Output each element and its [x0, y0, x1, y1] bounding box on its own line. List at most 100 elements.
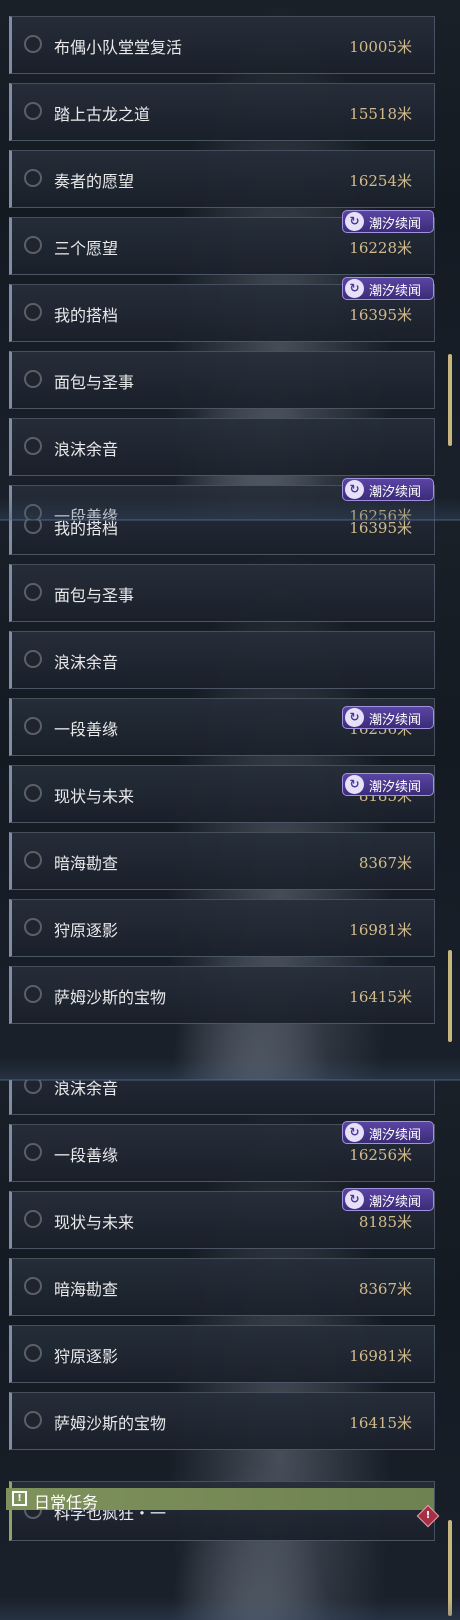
- quest-row[interactable]: 浪沫余音: [9, 418, 435, 476]
- quest-row[interactable]: 奏者的愿望 16254米: [9, 150, 435, 208]
- quest-row[interactable]: 暗海勘查 8367米: [9, 832, 435, 890]
- quest-row[interactable]: 我的搭档 16395米: [9, 520, 435, 555]
- quest-row[interactable]: 面包与圣事: [9, 351, 435, 409]
- quest-title: 萨姆沙斯的宝物: [54, 988, 167, 1007]
- scrollbar-thumb[interactable]: [448, 1520, 452, 1616]
- radio-circle-icon: [24, 1411, 42, 1429]
- tidal-story-tag: ↻ 潮汐续闻: [342, 277, 434, 300]
- tidal-story-tag: ↻ 潮汐续闻: [342, 1121, 434, 1144]
- radio-circle-icon: [24, 35, 42, 53]
- quest-distance: 16981米: [349, 1347, 412, 1365]
- quest-title: 一段善缘: [54, 720, 119, 739]
- quest-distance: 16256米: [349, 1146, 412, 1164]
- quest-title: 踏上古龙之道: [54, 105, 151, 124]
- quest-row[interactable]: 布偶小队堂堂复活 10005米: [9, 16, 435, 74]
- tidal-swirl-icon: ↻: [345, 212, 364, 231]
- quest-title: 浪沫余音: [54, 1080, 119, 1098]
- section-title: 日常任务: [34, 1493, 99, 1512]
- quest-distance: 16228米: [349, 239, 412, 257]
- quest-distance: 16415米: [349, 1414, 412, 1432]
- quest-title: 三个愿望: [54, 239, 119, 258]
- quest-title: 萨姆沙斯的宝物: [54, 1414, 167, 1433]
- tidal-swirl-icon: ↻: [345, 775, 364, 794]
- radio-circle-icon: [24, 236, 42, 254]
- quest-distance: 16395米: [349, 520, 412, 537]
- radio-circle-icon: [24, 520, 42, 534]
- tidal-swirl-icon: ↻: [345, 708, 364, 727]
- quest-distance: 8367米: [358, 854, 412, 872]
- quest-list-panel-3: 浪沫余音 一段善缘 16256米 现状与未来 8185米 暗海勘查 8367米 …: [0, 1080, 460, 1620]
- radio-circle-icon: [24, 1344, 42, 1362]
- scrollbar-thumb[interactable]: [448, 354, 452, 446]
- radio-circle-icon: [24, 717, 42, 735]
- exclamation-icon: !: [12, 1491, 27, 1506]
- quest-row[interactable]: 浪沫余音: [9, 631, 435, 689]
- daily-quests-header[interactable]: ! 日常任务: [6, 1488, 434, 1512]
- radio-circle-icon: [24, 504, 42, 520]
- tidal-swirl-icon: ↻: [345, 1190, 364, 1209]
- panel-divider: [0, 1079, 460, 1081]
- tidal-story-tag: ↻ 潮汐续闻: [342, 1188, 434, 1211]
- radio-circle-icon: [24, 169, 42, 187]
- quest-distance: 16415米: [349, 988, 412, 1006]
- quest-row[interactable]: 踏上古龙之道 15518米: [9, 83, 435, 141]
- quest-row[interactable]: 面包与圣事: [9, 564, 435, 622]
- quest-title: 狩原逐影: [54, 921, 119, 940]
- quest-list-panel-1: 布偶小队堂堂复活 10005米 踏上古龙之道 15518米 奏者的愿望 1625…: [0, 0, 460, 520]
- quest-distance: 10005米: [349, 38, 412, 56]
- quest-title: 我的搭档: [54, 306, 119, 325]
- radio-circle-icon: [24, 583, 42, 601]
- radio-circle-icon: [24, 985, 42, 1003]
- tidal-swirl-icon: ↻: [345, 279, 364, 298]
- quest-distance: 16256米: [349, 507, 412, 520]
- quest-list-panel-2: 我的搭档 16395米 面包与圣事 浪沫余音 一段善缘 16256米 现状与未来…: [0, 520, 460, 1080]
- quest-row[interactable]: 暗海勘查 8367米: [9, 1258, 435, 1316]
- quest-row[interactable]: 狩原逐影 16981米: [9, 899, 435, 957]
- tag-label: 潮汐续闻: [369, 284, 422, 299]
- radio-circle-icon: [24, 1277, 42, 1295]
- quest-row[interactable]: 萨姆沙斯的宝物 16415米: [9, 966, 435, 1024]
- quest-title: 面包与圣事: [54, 586, 135, 605]
- tidal-swirl-icon: ↻: [345, 1123, 364, 1142]
- radio-circle-icon: [24, 102, 42, 120]
- quest-title: 浪沫余音: [54, 653, 119, 672]
- quest-distance: 8367米: [358, 1280, 412, 1298]
- radio-circle-icon: [24, 1210, 42, 1228]
- quest-distance: 16981米: [349, 921, 412, 939]
- tidal-swirl-icon: ↻: [345, 480, 364, 499]
- quest-title: 浪沫余音: [54, 440, 119, 459]
- quest-title: 暗海勘查: [54, 1280, 119, 1299]
- quest-row[interactable]: 浪沫余音: [9, 1080, 435, 1115]
- tidal-story-tag: ↻ 潮汐续闻: [342, 773, 434, 796]
- scrollbar-thumb[interactable]: [448, 950, 452, 1042]
- quest-title: 一段善缘: [54, 507, 119, 520]
- quest-row[interactable]: 萨姆沙斯的宝物 16415米: [9, 1392, 435, 1450]
- quest-distance: 16254米: [349, 172, 412, 190]
- radio-circle-icon: [24, 650, 42, 668]
- radio-circle-icon: [24, 437, 42, 455]
- quest-distance: 8185米: [358, 1213, 412, 1231]
- tidal-story-tag: ↻ 潮汐续闻: [342, 478, 434, 501]
- tidal-story-tag: ↻ 潮汐续闻: [342, 210, 434, 233]
- radio-circle-icon: [24, 851, 42, 869]
- tag-label: 潮汐续闻: [369, 1195, 422, 1210]
- quest-distance: 15518米: [349, 105, 412, 123]
- radio-circle-icon: [24, 784, 42, 802]
- radio-circle-icon: [24, 918, 42, 936]
- quest-distance: 16395米: [349, 306, 412, 324]
- radio-circle-icon: [24, 1080, 42, 1094]
- panel-divider: [0, 519, 460, 521]
- tidal-story-tag: ↻ 潮汐续闻: [342, 706, 434, 729]
- quest-title: 布偶小队堂堂复活: [54, 38, 183, 57]
- quest-row[interactable]: 狩原逐影 16981米: [9, 1325, 435, 1383]
- tag-label: 潮汐续闻: [369, 1128, 422, 1143]
- quest-title: 现状与未来: [54, 787, 135, 806]
- quest-title: 奏者的愿望: [54, 172, 135, 191]
- tag-label: 潮汐续闻: [369, 713, 422, 728]
- quest-title: 我的搭档: [54, 520, 119, 538]
- radio-circle-icon: [24, 1143, 42, 1161]
- tag-label: 潮汐续闻: [369, 485, 422, 500]
- quest-title: 暗海勘查: [54, 854, 119, 873]
- quest-title: 面包与圣事: [54, 373, 135, 392]
- quest-title: 一段善缘: [54, 1146, 119, 1165]
